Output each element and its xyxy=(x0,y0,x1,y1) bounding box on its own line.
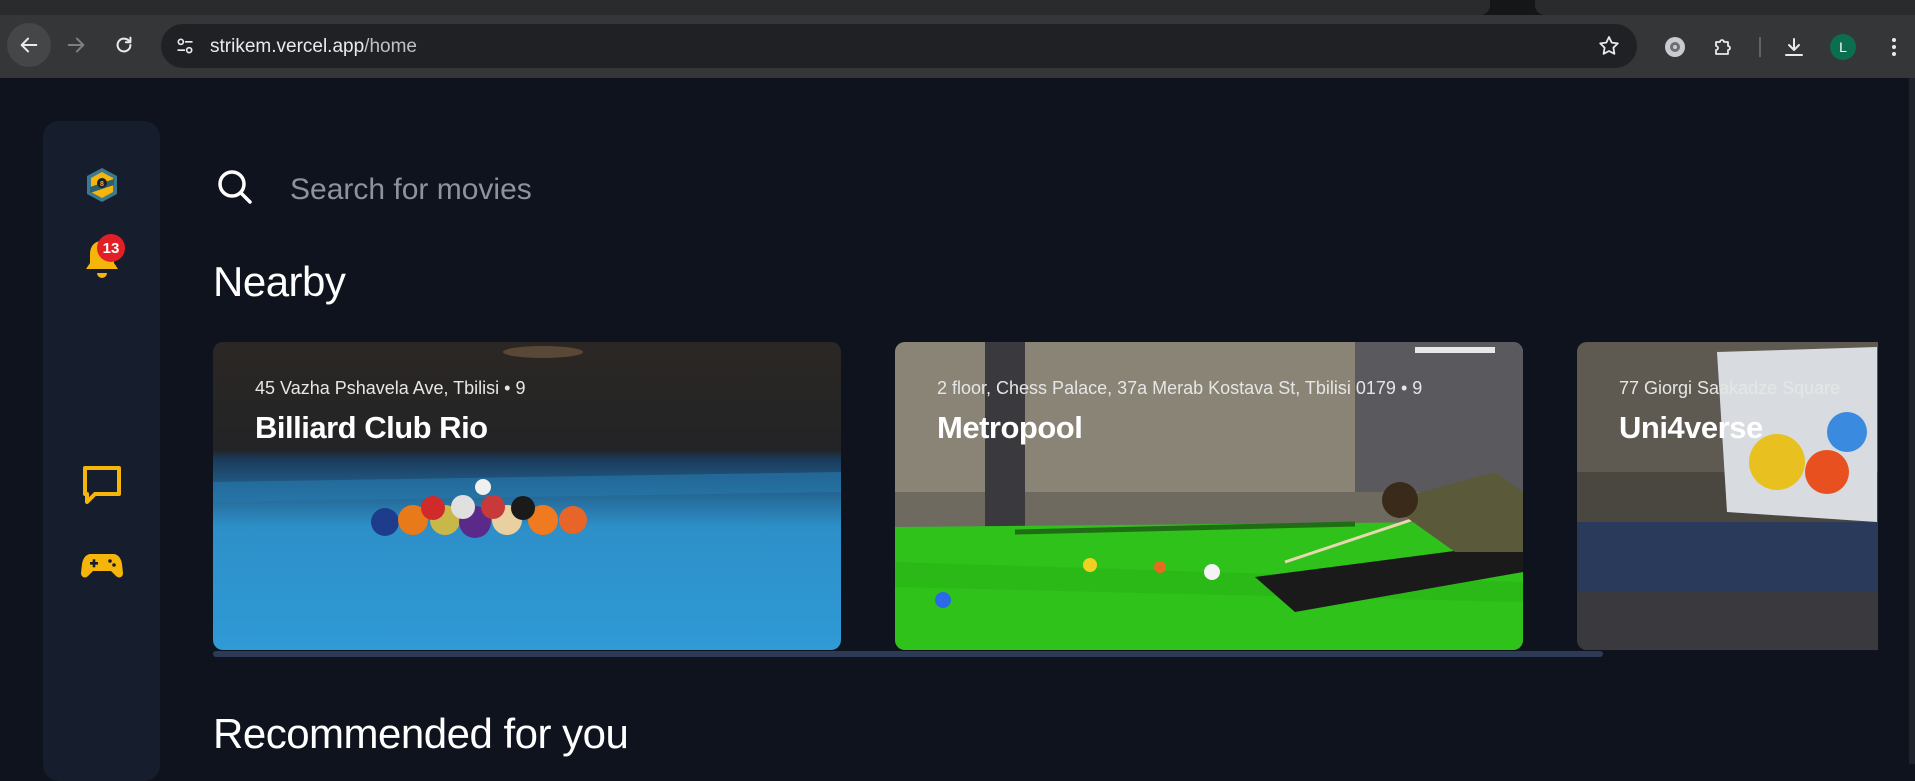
venue-address: 45 Vazha Pshavela Ave, Tbilisi xyxy=(255,378,500,398)
venue-address: 77 Giorgi Saakadze Square xyxy=(1619,378,1841,398)
reload-icon xyxy=(116,36,132,53)
logo-icon[interactable]: 8 xyxy=(82,165,122,205)
search-input[interactable] xyxy=(288,167,1092,213)
recommended-title: Recommended for you xyxy=(213,710,629,757)
arrow-left-icon xyxy=(20,37,38,53)
browser-tab-strip xyxy=(0,0,1915,15)
venue-card[interactable]: 45 Vazha Pshavela Ave, Tbilisi • 9 Billi… xyxy=(213,342,841,650)
url-text[interactable]: strikem.vercel.app/home xyxy=(210,36,417,58)
more-vert-icon[interactable] xyxy=(1882,35,1906,59)
extension-icon[interactable] xyxy=(1663,35,1687,59)
star-icon[interactable] xyxy=(1597,34,1621,58)
venue-card[interactable]: 2 floor, Chess Palace, 37a Merab Kostava… xyxy=(895,342,1523,650)
venue-address: 2 floor, Chess Palace, 37a Merab Kostava… xyxy=(937,378,1396,398)
chat-icon[interactable] xyxy=(79,462,125,508)
carousel-scrollbar[interactable] xyxy=(213,651,1603,657)
meta-separator: • xyxy=(504,378,511,398)
app-sidebar: 8 13 xyxy=(43,121,160,781)
nearby-carousel[interactable]: 45 Vazha Pshavela Ave, Tbilisi • 9 Billi… xyxy=(213,342,1878,650)
reload-button[interactable] xyxy=(102,27,146,63)
venue-meta: 2 floor, Chess Palace, 37a Merab Kostava… xyxy=(937,378,1422,399)
browser-toolbar: strikem.vercel.app/home L xyxy=(0,15,1915,78)
download-icon[interactable] xyxy=(1782,35,1806,59)
page-scrollbar[interactable] xyxy=(1909,78,1915,764)
toolbar-divider xyxy=(1759,37,1761,57)
tune-icon xyxy=(177,38,193,54)
puzzle-icon[interactable] xyxy=(1711,35,1735,59)
address-bar[interactable]: strikem.vercel.app/home xyxy=(161,24,1637,68)
forward-button[interactable] xyxy=(54,27,98,63)
venue-meta: 45 Vazha Pshavela Ave, Tbilisi • 9 xyxy=(255,378,526,399)
gamepad-icon[interactable] xyxy=(80,551,123,581)
venue-meta: 77 Giorgi Saakadze Square xyxy=(1619,378,1840,399)
venue-name: Uni4verse xyxy=(1619,410,1763,445)
svg-text:8: 8 xyxy=(100,181,104,188)
browser-tab[interactable] xyxy=(0,0,1490,15)
url-path: /home xyxy=(364,36,417,57)
site-info-button[interactable] xyxy=(169,30,201,62)
notification-badge: 13 xyxy=(97,234,125,262)
arrow-right-icon xyxy=(67,37,85,53)
search-icon[interactable] xyxy=(216,168,254,206)
venue-rating: 9 xyxy=(515,378,526,398)
browser-tab-bar-end xyxy=(1535,0,1915,15)
venue-card[interactable]: 77 Giorgi Saakadze Square Uni4verse xyxy=(1577,342,1878,650)
venue-rating: 9 xyxy=(1412,378,1423,398)
venue-name: Billiard Club Rio xyxy=(255,410,488,445)
profile-avatar[interactable]: L xyxy=(1830,34,1856,60)
nearby-title: Nearby xyxy=(213,258,346,305)
url-host: strikem.vercel.app xyxy=(210,36,365,57)
venue-name: Metropool xyxy=(937,410,1083,445)
meta-separator: • xyxy=(1400,378,1408,398)
back-button[interactable] xyxy=(7,23,51,67)
